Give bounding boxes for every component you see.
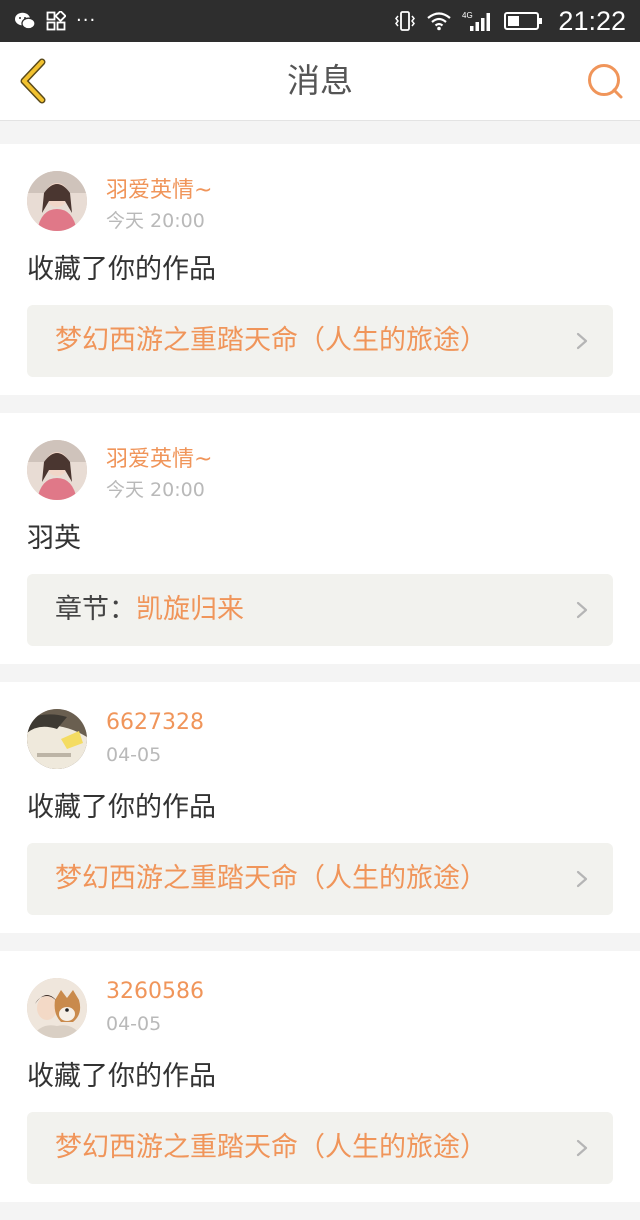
status-bar-right: 4G 21:22: [394, 0, 626, 42]
work-title: 梦幻西游之重踏天命（人生的旅途）: [55, 325, 487, 356]
work-link[interactable]: 梦幻西游之重踏天命（人生的旅途）: [27, 305, 613, 377]
wifi-icon: [427, 12, 452, 31]
user-name[interactable]: 羽爱英情~: [106, 172, 212, 204]
chevron-right-icon: [576, 1139, 588, 1157]
wechat-icon: [15, 12, 36, 30]
link-prefix: 章节：: [55, 594, 136, 625]
vibrate-icon: [395, 11, 416, 31]
search-icon[interactable]: [586, 62, 624, 100]
user-name[interactable]: 3260586: [106, 979, 204, 1004]
chapter-title: 凯旋归来: [136, 594, 244, 625]
message-card[interactable]: 3260586 04-05 收藏了你的作品 梦幻西游之重踏天命（人生的旅途）: [0, 951, 640, 1202]
message-card[interactable]: 羽爱英情~ 今天 20:00 收藏了你的作品 梦幻西游之重踏天命（人生的旅途）: [0, 144, 640, 395]
chapter-link-text: 章节：凯旋归来: [55, 574, 244, 646]
message-text: 收藏了你的作品: [27, 254, 216, 285]
message-card[interactable]: 6627328 04-05 收藏了你的作品 梦幻西游之重踏天命（人生的旅途）: [0, 682, 640, 933]
nav-bar: 消息: [0, 42, 640, 121]
avatar-image: [27, 171, 87, 231]
avatar-image: [27, 978, 87, 1038]
status-bar-left: ···: [14, 0, 96, 42]
user-name[interactable]: 羽爱英情~: [106, 441, 212, 473]
work-link-text: 梦幻西游之重踏天命（人生的旅途）: [55, 305, 487, 377]
message-time: 04-05: [106, 744, 162, 766]
message-card[interactable]: 羽爱英情~ 今天 20:00 羽英 章节：凯旋归来: [0, 413, 640, 664]
user-name[interactable]: 6627328: [106, 710, 204, 735]
message-text: 羽英: [27, 523, 81, 554]
more-dots-icon: ···: [76, 10, 97, 31]
avatar[interactable]: [27, 171, 87, 231]
page-title: 消息: [287, 61, 353, 100]
status-time: 21:22: [558, 6, 626, 36]
work-link-text: 梦幻西游之重踏天命（人生的旅途）: [55, 1112, 487, 1184]
network-label: 4G: [462, 11, 473, 20]
message-list: 羽爱英情~ 今天 20:00 收藏了你的作品 梦幻西游之重踏天命（人生的旅途） …: [0, 144, 640, 1220]
message-time: 今天 20:00: [106, 210, 205, 232]
work-link[interactable]: 梦幻西游之重踏天命（人生的旅途）: [27, 843, 613, 915]
status-bar: ··· 4G 21:22: [0, 0, 640, 42]
avatar[interactable]: [27, 978, 87, 1038]
avatar[interactable]: [27, 440, 87, 500]
avatar-image: [27, 440, 87, 500]
avatar[interactable]: [27, 709, 87, 769]
avatar-image: [27, 709, 87, 769]
work-link-text: 梦幻西游之重踏天命（人生的旅途）: [55, 843, 487, 915]
work-title: 梦幻西游之重踏天命（人生的旅途）: [55, 863, 487, 894]
chevron-right-icon: [576, 870, 588, 888]
message-text: 收藏了你的作品: [27, 1061, 216, 1092]
battery-icon: [504, 12, 543, 30]
work-link[interactable]: 梦幻西游之重踏天命（人生的旅途）: [27, 1112, 613, 1184]
message-text: 收藏了你的作品: [27, 792, 216, 823]
message-time: 04-05: [106, 1013, 162, 1035]
app-grid-icon: [46, 11, 66, 31]
chapter-link[interactable]: 章节：凯旋归来: [27, 574, 613, 646]
chevron-right-icon: [576, 332, 588, 350]
work-title: 梦幻西游之重踏天命（人生的旅途）: [55, 1132, 487, 1163]
message-time: 今天 20:00: [106, 479, 205, 501]
chevron-right-icon: [576, 601, 588, 619]
signal-4g-icon: 4G: [462, 11, 491, 31]
